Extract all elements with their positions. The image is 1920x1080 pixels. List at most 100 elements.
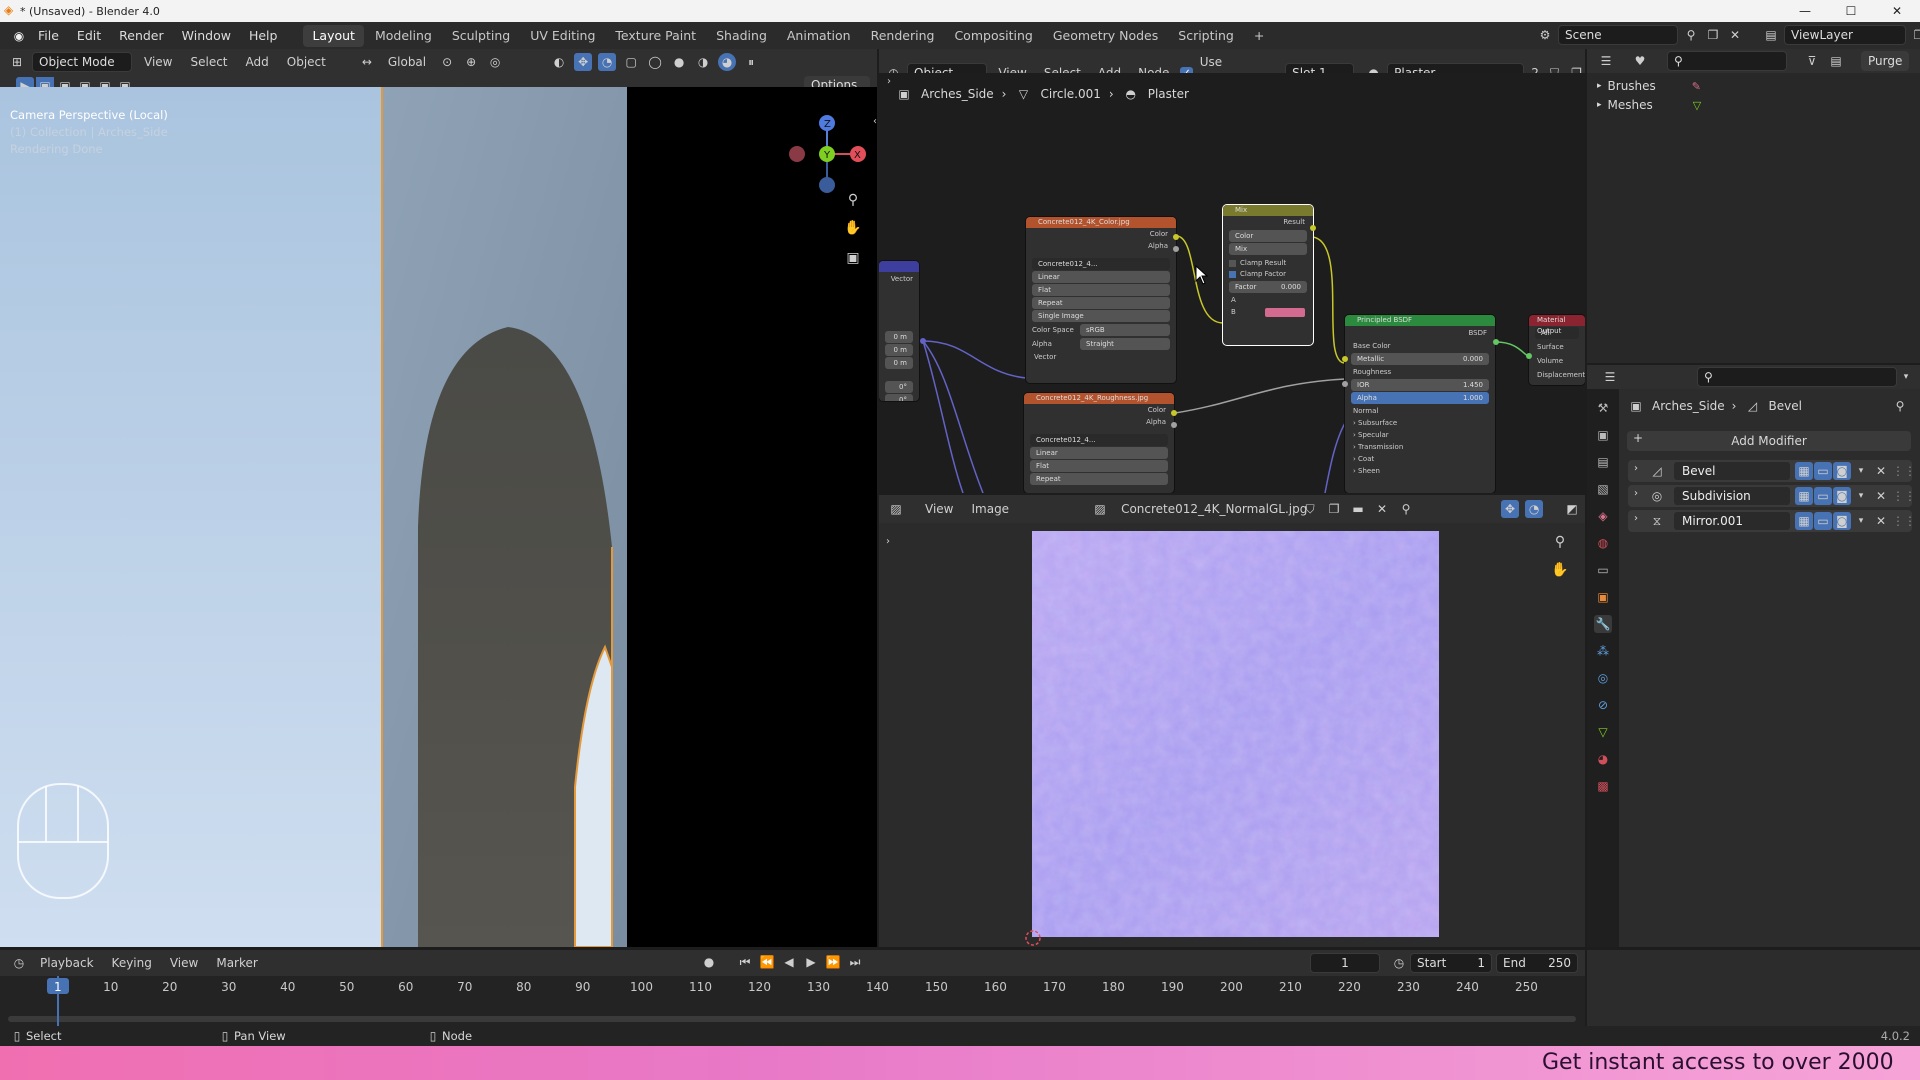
mix-b-color-swatch[interactable] [1265,307,1305,317]
editor-type-icon[interactable]: ⊞ [8,53,26,71]
material-output-node[interactable]: Material Output All Surface Volume Displ… [1529,315,1585,385]
roughness-socket[interactable] [1342,381,1348,387]
wireframe-shading-icon[interactable]: ◯ [646,53,664,71]
image-menu-view[interactable]: View [919,498,959,520]
tool-tab-icon[interactable]: ⚒ [1594,399,1612,417]
mapping-vector-socket[interactable] [920,338,926,344]
modifier-menu-icon[interactable]: ▾ [1852,487,1870,505]
record-icon[interactable]: ● [700,953,718,971]
mix-node[interactable]: Mix Result Color Mix Clamp Result Clamp … [1223,205,1313,345]
outliner-search-input[interactable]: ⚲ [1667,51,1787,71]
image-zoom-icon[interactable]: ⚲ [1551,533,1569,551]
viewport-menu-add[interactable]: Add [240,51,275,73]
clamp-factor-checkbox[interactable] [1229,270,1236,278]
snap-icon[interactable]: ⊕ [462,53,480,71]
sheen-panel[interactable]: › Sheen [1345,465,1495,477]
modifier-menu-icon[interactable]: ▾ [1852,462,1870,480]
tab-rendering[interactable]: Rendering [862,25,944,47]
object-mode-dropdown[interactable]: Object Mode [32,52,132,72]
navigation-gizmo[interactable]: Z X Y [780,103,870,193]
unlink-image-icon[interactable]: ✕ [1373,500,1391,518]
tab-scripting[interactable]: Scripting [1169,25,1243,47]
image-fake-user-icon[interactable]: ⛉ [1301,500,1319,518]
coat-panel[interactable]: › Coat [1345,453,1495,465]
timeline-menu-playback[interactable]: Playback [34,952,100,974]
promo-banner[interactable]: Get instant access to over 2000 [0,1046,1920,1080]
pivot-icon[interactable]: ⊙ [438,53,456,71]
maximize-button[interactable]: ☐ [1828,0,1874,22]
properties-search-input[interactable]: ⚲ [1697,367,1897,387]
roughness-image-field[interactable]: Concrete012_4... [1030,434,1168,446]
properties-options-icon[interactable]: ▾ [1897,368,1915,386]
visibility-icon[interactable]: ◐ [550,53,568,71]
timeline-menu-view[interactable]: View [164,952,204,974]
mix-blend-dropdown[interactable]: Mix [1229,243,1307,255]
sidebar-toggle-icon[interactable]: ‹ [866,113,877,131]
camera-view-icon[interactable]: ▣ [844,249,862,267]
add-modifier-button[interactable]: + Add Modifier [1627,431,1911,451]
image-editor-canvas[interactable]: ⚲ ✋ › [879,523,1585,947]
tab-uv-editing[interactable]: UV Editing [521,25,604,47]
image-overlay-icon[interactable]: ◔ [1525,500,1544,518]
viewport-menu-select[interactable]: Select [184,51,233,73]
tab-compositing[interactable]: Compositing [945,25,1041,47]
timeline-menu-keying[interactable]: Keying [106,952,158,974]
purge-button[interactable]: Purge [1861,51,1910,71]
physics-tab-icon[interactable]: ◎ [1594,669,1612,687]
new-scene-icon[interactable]: ❐ [1704,26,1722,44]
image-gizmo-icon[interactable]: ✥ [1501,500,1520,518]
view-layer-field[interactable]: ViewLayer [1784,25,1906,45]
display-channels-icon[interactable]: ◩ [1563,500,1581,518]
bevel-name-field[interactable]: Bevel [1674,462,1790,480]
jump-end-icon[interactable]: ⏭ [846,953,864,971]
output-tab-icon[interactable]: ▤ [1594,453,1612,471]
jump-keyframe-forward-icon[interactable]: ⏩ [824,953,842,971]
menu-help[interactable]: Help [241,22,286,49]
image-menu-image[interactable]: Image [965,498,1015,520]
expand-arrow-icon[interactable]: ▸ [1597,100,1602,110]
xray-icon[interactable]: ▢ [622,53,640,71]
new-image-icon[interactable]: ❐ [1325,500,1343,518]
timeline-scrollbar[interactable] [8,1016,1576,1022]
play-reverse-icon[interactable]: ◀ [780,953,798,971]
subdivision-name-field[interactable]: Subdivision [1674,487,1790,505]
zoom-icon[interactable]: ⚲ [844,191,862,209]
interpolation-dropdown[interactable]: Linear [1032,271,1170,283]
properties-type-icon[interactable]: ☰ [1601,368,1619,386]
new-collection-icon[interactable]: ▤ [1827,52,1845,70]
source-dropdown[interactable]: Single Image [1032,310,1170,322]
render-toggle-icon[interactable]: ◙ [1833,462,1851,480]
mix-factor-field[interactable]: Factor 0.000 [1229,281,1307,293]
jump-start-icon[interactable]: ⏮ [736,953,754,971]
modifier-tab-icon[interactable]: 🔧 [1594,615,1612,633]
mirror-name-field[interactable]: Mirror.001 [1674,512,1790,530]
proportional-edit-icon[interactable]: ◎ [486,53,504,71]
viewport-toggle-icon[interactable]: ▭ [1814,462,1832,480]
render-tab-icon[interactable]: ▣ [1594,426,1612,444]
roughness-interpolation-dropdown[interactable]: Linear [1030,447,1168,459]
collection-tab-icon[interactable]: ▭ [1594,561,1612,579]
remove-modifier-icon[interactable]: ✕ [1872,512,1890,530]
roughness-color-socket[interactable] [1171,410,1177,416]
specular-panel[interactable]: › Specular [1345,429,1495,441]
alpha-field[interactable]: Alpha 1.000 [1351,392,1489,404]
mapping-node[interactable]: Vector 0 m 0 m 0 m 0° 0° 0° [879,261,919,401]
viewport-menu-view[interactable]: View [138,51,178,73]
outliner-item-meshes[interactable]: ▸ Meshes ▽ [1597,96,1701,114]
mix-result-socket[interactable] [1310,225,1316,231]
minimize-button[interactable]: — [1782,0,1828,22]
principled-bsdf-node[interactable]: Principled BSDF BSDF Base Color Metallic… [1345,315,1495,493]
image-texture-color-node[interactable]: Concrete012_4K_Color.jpg Color Alpha Con… [1026,217,1176,383]
image-texture-roughness-node[interactable]: Concrete012_4K_Roughness.jpg Color Alpha… [1024,393,1174,493]
image-pan-hand-icon[interactable]: ✋ [1551,561,1569,579]
world-tab-icon[interactable]: ◍ [1594,534,1612,552]
material-shading-icon[interactable]: ◑ [694,53,712,71]
viewport-menu-object[interactable]: Object [281,51,332,73]
view-layer-tab-icon[interactable]: ▧ [1594,480,1612,498]
end-frame-field[interactable]: End 250 [1496,953,1578,973]
expand-arrow-icon[interactable]: › [1634,488,1638,499]
particles-tab-icon[interactable]: ⁂ [1594,642,1612,660]
extension-dropdown[interactable]: Repeat [1032,297,1170,309]
color-space-dropdown[interactable]: sRGB [1080,324,1170,336]
expand-arrow-icon[interactable]: ▸ [1597,81,1602,91]
